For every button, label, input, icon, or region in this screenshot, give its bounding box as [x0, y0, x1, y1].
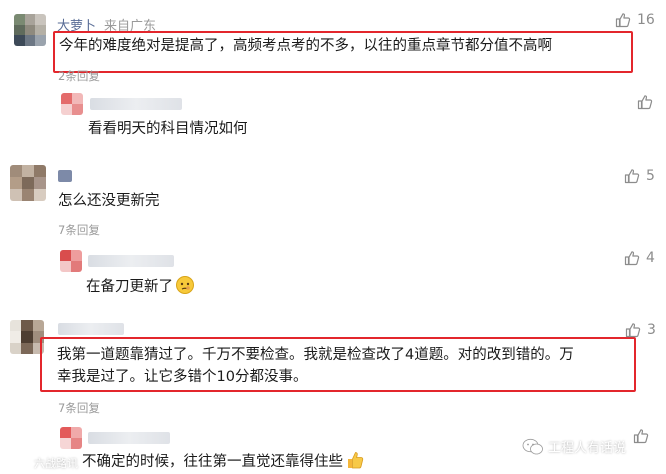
author-name[interactable]	[88, 255, 174, 267]
author-name[interactable]	[58, 170, 72, 182]
thumbs-up-icon	[624, 169, 640, 184]
like-button[interactable]	[637, 94, 653, 110]
comment-text: 不确定的时候，往往第一直觉还靠得住些	[82, 450, 365, 472]
author-name[interactable]	[88, 432, 170, 444]
avatar[interactable]	[61, 93, 83, 115]
like-button[interactable]: 4	[624, 250, 655, 266]
watermark-text: 工程人有话说	[548, 441, 627, 456]
avatar[interactable]	[60, 427, 82, 449]
avatar[interactable]	[60, 250, 82, 272]
comment-text: 在备刀更新了	[86, 275, 195, 297]
thumbs-up-emoji-icon	[348, 452, 364, 469]
like-button[interactable]: 5	[624, 168, 655, 184]
thumbs-up-icon	[625, 323, 641, 338]
thumbs-up-icon	[615, 13, 631, 28]
comment-text: 怎么还没更新完	[58, 193, 160, 209]
wechat-icon	[522, 438, 543, 454]
like-count: 16	[637, 12, 655, 28]
thumbs-up-icon	[633, 429, 649, 444]
author-name[interactable]	[90, 98, 182, 110]
comment-text: 看看明天的科目情况如何	[88, 121, 248, 137]
avatar[interactable]	[10, 165, 46, 201]
thumbs-up-icon	[624, 251, 640, 266]
reply-count[interactable]: 2条回复	[58, 68, 100, 84]
reply-count[interactable]: 7条回复	[58, 222, 100, 238]
like-count: 5	[646, 168, 655, 184]
like-count: 3	[647, 322, 656, 338]
like-button[interactable]	[633, 428, 649, 444]
like-button[interactable]: 3	[625, 322, 656, 338]
thumbs-up-icon	[637, 95, 653, 110]
highlight-box	[53, 31, 633, 73]
like-count: 4	[646, 250, 655, 266]
like-button[interactable]: 16	[615, 12, 655, 28]
highlight-box	[40, 337, 636, 392]
thinking-emoji-icon	[176, 276, 194, 294]
avatar[interactable]	[10, 320, 44, 354]
author-name[interactable]	[58, 323, 124, 335]
watermark-right: 工程人有话说	[522, 437, 626, 456]
reply-count[interactable]: 7条回复	[58, 400, 100, 416]
watermark-left: 六战路讯	[34, 457, 78, 470]
avatar[interactable]	[14, 14, 46, 46]
